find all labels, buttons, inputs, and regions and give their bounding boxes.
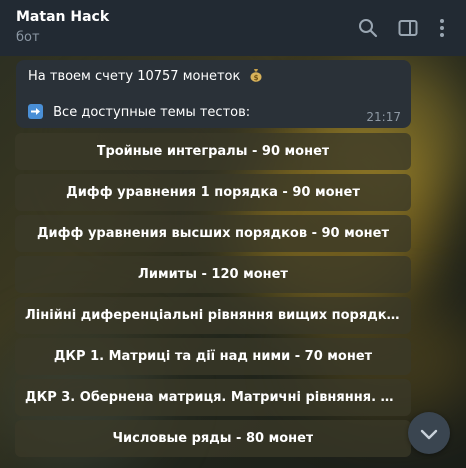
money-bag-emoji: $ [249,68,263,82]
chat-header: Matan Hack бот [0,0,466,56]
message-time: 21:17 [366,110,401,124]
keyboard-button-linear-diff-eq[interactable]: Лінійні диференціальні рівняння вищих по… [15,297,411,334]
more-vertical-icon[interactable] [430,16,454,40]
topics-text: Все доступные темы тестов: [53,105,251,120]
scroll-down-button[interactable] [408,412,450,454]
balance-text: На твоем счету 10757 монеток [28,69,241,84]
bot-message: На твоем счету 10757 монеток $ Все досту… [16,60,411,128]
keyboard-button-number-series[interactable]: Числовые ряды - 80 монет [15,420,411,457]
chevron-down-icon [420,429,438,440]
keyboard-button-dkr1-matrices[interactable]: ДКР 1. Матриці та дії над ними - 70 моне… [15,338,411,375]
sidebar-toggle-icon[interactable] [396,16,420,40]
keyboard-button-dkr3-inverse-matrix[interactable]: ДКР 3. Обернена матриця. Матричні рівнян… [15,379,411,416]
keyboard-button-triple-integrals[interactable]: Тройные интегралы - 90 монет [15,133,411,170]
chat-subtitle: бот [16,30,40,45]
keyboard-button-diff-eq-higher-order[interactable]: Дифф уравнения высших порядков - 90 моне… [15,215,411,252]
right-arrow-emoji [28,104,43,119]
search-icon[interactable] [356,16,380,40]
keyboard-button-diff-eq-first-order[interactable]: Дифф уравнения 1 порядка - 90 монет [15,174,411,211]
chat-title[interactable]: Matan Hack [16,9,109,25]
svg-text:$: $ [253,74,258,82]
keyboard-button-limits[interactable]: Лимиты - 120 монет [15,256,411,293]
